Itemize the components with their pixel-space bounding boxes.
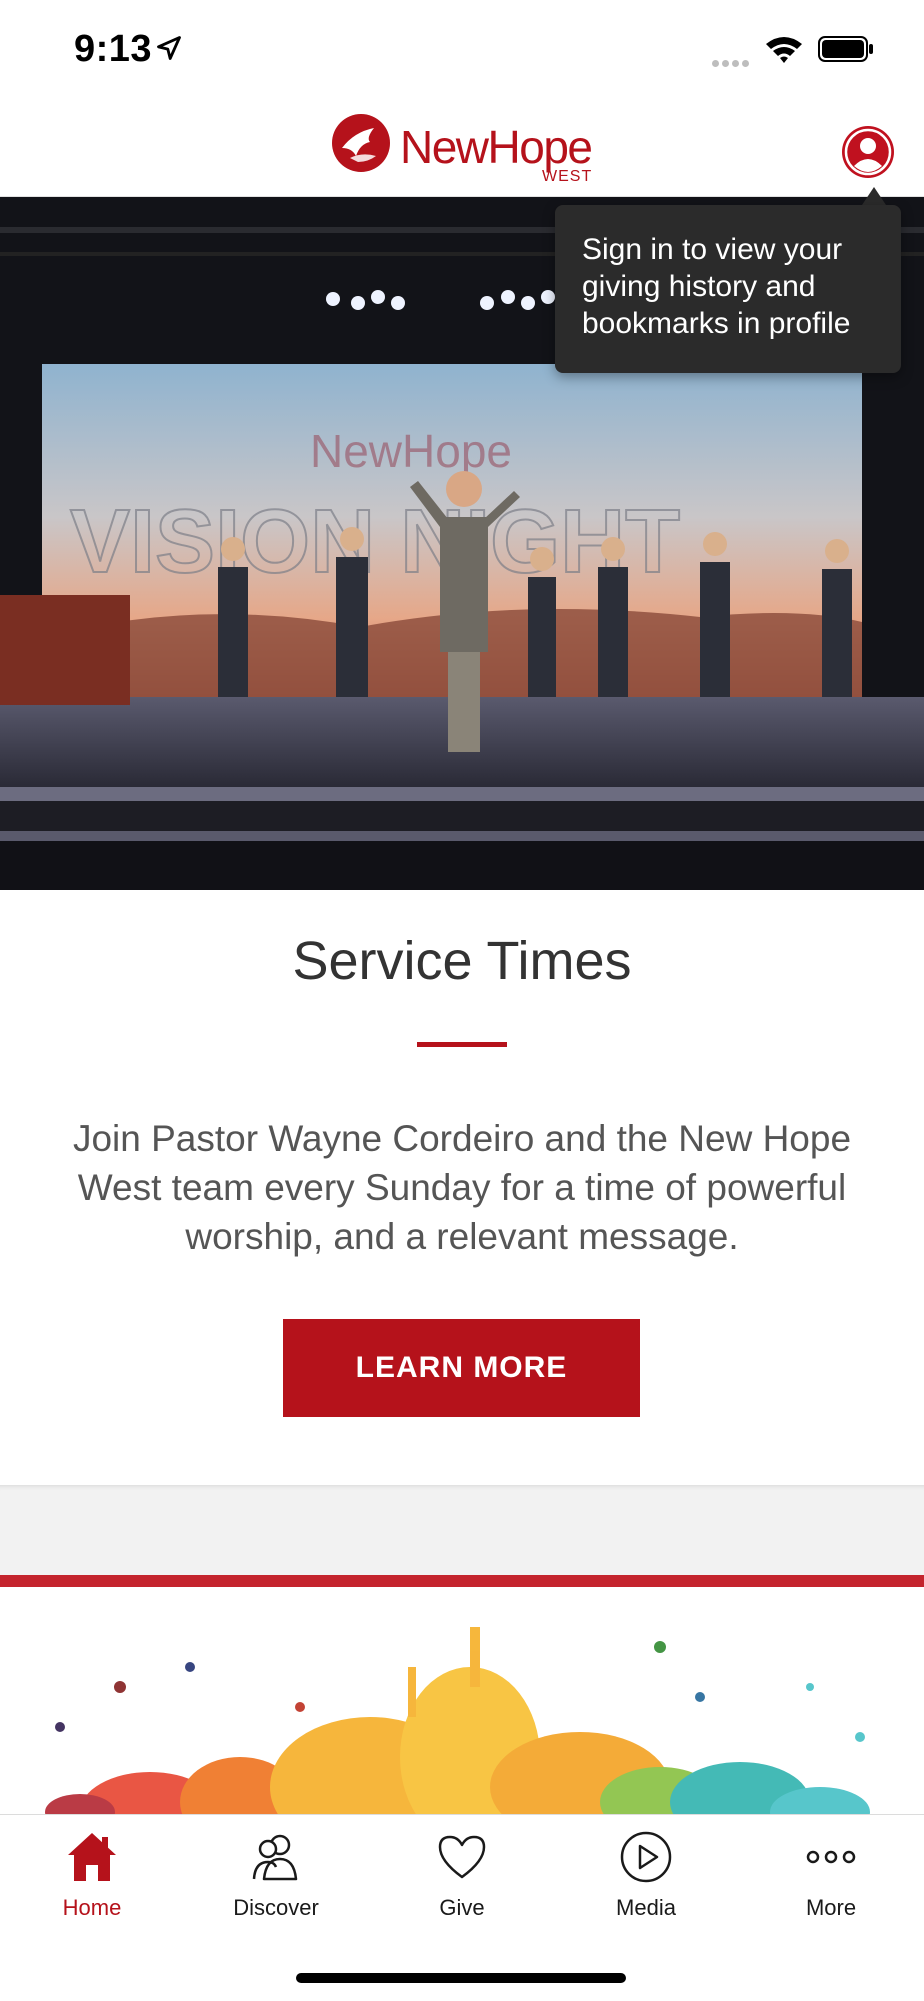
location-arrow-icon (157, 36, 181, 60)
tab-media-label: Media (616, 1895, 676, 1920)
home-icon (68, 1833, 116, 1881)
user-icon (844, 128, 892, 176)
svg-text:NewHope: NewHope (310, 425, 512, 477)
cellular-signal-icon (712, 54, 752, 72)
tooltip-text: Sign in to view your giving history and … (582, 233, 851, 340)
tab-media[interactable]: Media (554, 1815, 738, 1935)
tab-home-label: Home (62, 1895, 122, 1920)
heart-icon (438, 1835, 486, 1879)
dove-logo-icon (332, 114, 390, 172)
profile-button[interactable] (842, 126, 894, 178)
status-bar: 9:13 (0, 0, 924, 100)
sign-in-tooltip[interactable]: Sign in to view your giving history and … (555, 205, 901, 373)
logo-text: NewHope (400, 121, 593, 173)
tab-home[interactable]: Home (0, 1815, 184, 1935)
wifi-icon (766, 37, 802, 63)
title-divider (417, 1042, 507, 1047)
people-icon (252, 1834, 298, 1881)
newhope-logo[interactable]: NewHope WEST (330, 110, 600, 190)
battery-icon (818, 36, 873, 62)
service-times-description: Join Pastor Wayne Cordeiro and the New H… (72, 1118, 852, 1257)
home-indicator (296, 1973, 626, 1983)
status-time: 9:13 (74, 28, 153, 70)
svg-text:VISION NIGHT: VISION NIGHT (70, 492, 680, 592)
more-icon (806, 1850, 856, 1864)
tab-more[interactable]: More (739, 1815, 923, 1935)
tooltip-arrow (862, 187, 886, 205)
red-band-divider (0, 1575, 924, 1587)
section-gap (0, 1485, 924, 1575)
learn-more-button[interactable]: LEARN MORE (283, 1319, 640, 1417)
service-times-title: Service Times (292, 931, 632, 991)
logo-subtext: WEST (542, 168, 593, 185)
tab-discover-label: Discover (233, 1895, 319, 1920)
tab-give-label: Give (439, 1895, 485, 1920)
tab-give[interactable]: Give (370, 1815, 554, 1935)
paint-splash-card[interactable] (0, 1587, 924, 1814)
tab-more-label: More (805, 1895, 857, 1920)
tab-discover[interactable]: Discover (184, 1815, 368, 1935)
play-icon (620, 1831, 672, 1883)
paint-splash-image (45, 1627, 870, 1814)
